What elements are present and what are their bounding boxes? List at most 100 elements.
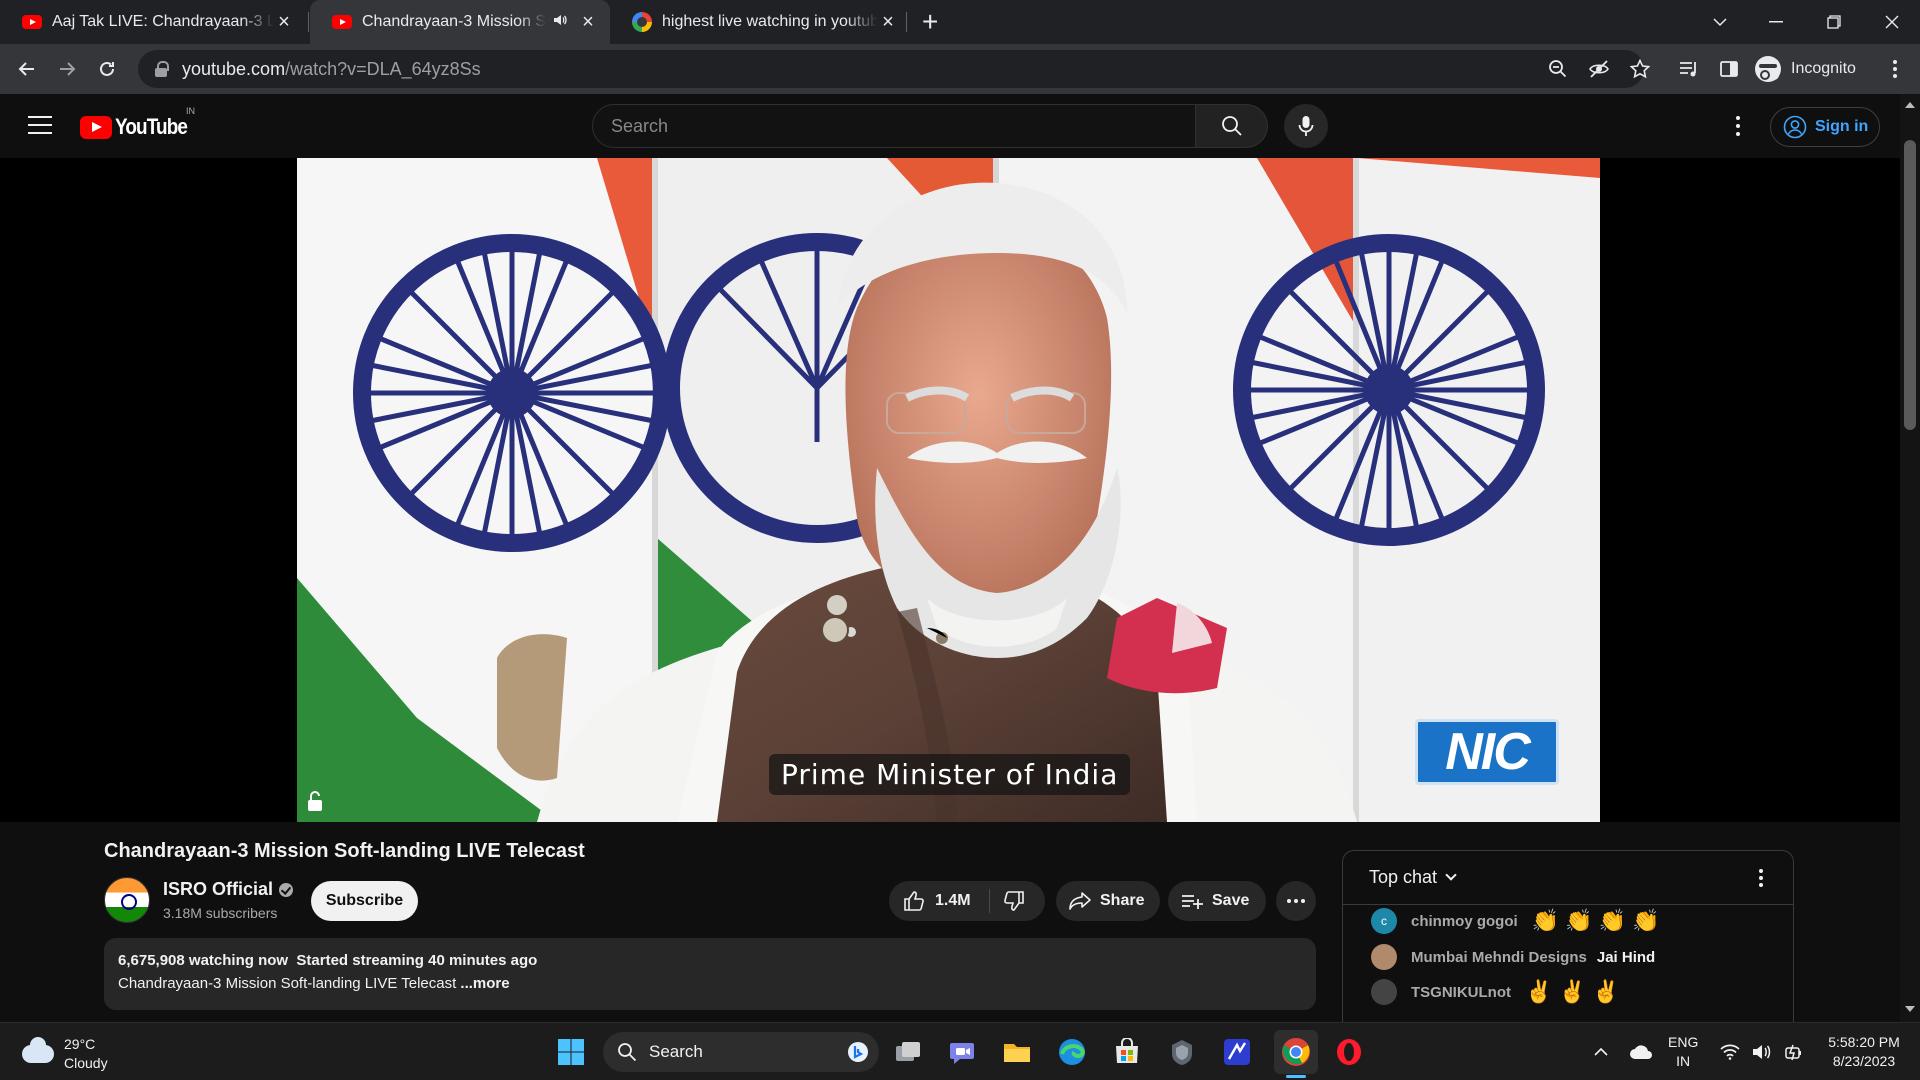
tab-title: Chandrayaan-3 Mission Soft-landing LIVE … [362, 13, 546, 30]
chat-avatar[interactable]: c [1371, 908, 1397, 934]
forward-icon[interactable] [54, 56, 80, 82]
edge-browser-icon[interactable] [1053, 1033, 1091, 1071]
chat-mode-selector[interactable]: Top chat [1369, 867, 1457, 888]
lock-icon[interactable] [154, 60, 169, 78]
like-button[interactable]: 1.4M [903, 890, 971, 912]
like-dislike-group: 1.4M [889, 881, 1045, 921]
scroll-thumb[interactable] [1904, 140, 1916, 430]
close-tab-icon[interactable]: × [274, 11, 294, 34]
tab-search-chevron-icon[interactable] [1692, 0, 1748, 44]
stream-start-time: Started streaming 40 minutes ago [296, 952, 538, 969]
security-shield-app-icon[interactable] [1163, 1033, 1201, 1071]
description-box[interactable]: 6,675,908 watching now Started streaming… [104, 938, 1316, 1010]
description-snippet: Chandrayaan-3 Mission Soft-landing LIVE … [118, 975, 457, 992]
sign-in-button[interactable]: Sign in [1770, 107, 1880, 147]
chat-avatar[interactable] [1371, 944, 1397, 970]
drawing-app-icon[interactable] [1218, 1033, 1256, 1071]
task-view-icon[interactable] [889, 1033, 927, 1071]
video-player[interactable]: Prime Minister of India NIC [297, 158, 1600, 822]
sign-in-label: Sign in [1815, 118, 1869, 135]
battery-charging-icon[interactable] [1780, 1033, 1808, 1071]
weather-text: 29°C Cloudy [64, 1035, 108, 1073]
tab-divider [906, 12, 907, 32]
language-indicator[interactable]: ENG IN [1668, 1033, 1698, 1071]
reload-icon[interactable] [94, 56, 120, 82]
start-windows-icon[interactable] [552, 1033, 590, 1071]
youtube-play-logo-icon [80, 115, 112, 139]
chat-menu-kebab-icon[interactable] [1759, 869, 1763, 887]
tab-google-search[interactable]: highest live watching in youtube × [610, 0, 910, 44]
close-tab-icon[interactable]: × [878, 11, 898, 34]
microsoft-store-icon[interactable] [1108, 1033, 1146, 1071]
new-tab-icon[interactable]: + [922, 6, 938, 38]
weather-widget[interactable]: 29°C Cloudy [22, 1035, 108, 1073]
taskbar-search-label: Search [649, 1042, 703, 1061]
search-button[interactable] [1196, 104, 1268, 148]
file-explorer-icon[interactable] [998, 1033, 1036, 1071]
verified-badge-icon [279, 882, 294, 897]
side-panel-icon[interactable] [1716, 56, 1742, 82]
settings-kebab-icon[interactable] [1736, 116, 1740, 136]
channel-name: ISRO Official [163, 879, 274, 899]
search-input[interactable]: Search [592, 104, 1196, 148]
share-button[interactable]: Share [1056, 881, 1160, 921]
tracking-protection-icon[interactable] [1586, 56, 1612, 82]
chat-author[interactable]: TSGNIKULnot [1411, 984, 1511, 1001]
tab-aaj-tak[interactable]: Aaj Tak LIVE: Chandrayaan-3 LIVE × [0, 0, 306, 44]
windows-taskbar: 29°C Cloudy Search ENG IN 5:58:20 PM 8/2… [0, 1022, 1920, 1080]
chat-mode-label: Top chat [1369, 867, 1438, 887]
audio-playing-icon[interactable] [552, 12, 568, 33]
scroll-up-arrow-icon[interactable] [1905, 102, 1915, 108]
show-more-link[interactable]: ...more [456, 975, 509, 992]
chat-author[interactable]: chinmoy gogoi [1411, 913, 1518, 930]
chat-author[interactable]: Mumbai Mehndi Designs [1411, 949, 1587, 966]
opera-browser-icon[interactable] [1330, 1033, 1368, 1071]
guide-menu-icon[interactable] [28, 116, 52, 134]
close-window-icon[interactable] [1864, 0, 1920, 44]
chrome-taskbar-icon[interactable] [1274, 1030, 1318, 1074]
restore-icon[interactable] [1806, 0, 1862, 44]
dislike-button[interactable] [1003, 890, 1025, 917]
voice-search-button[interactable] [1284, 104, 1328, 148]
description-snippet-line: Chandrayaan-3 Mission Soft-landing LIVE … [118, 975, 1302, 992]
taskbar-search-box[interactable]: Search [603, 1032, 879, 1072]
show-hidden-icons-chevron-icon[interactable] [1582, 1033, 1620, 1071]
save-playlist-icon [1182, 895, 1203, 909]
more-actions-button[interactable] [1276, 881, 1316, 921]
tab-chandrayaan[interactable]: Chandrayaan-3 Mission Soft-landing LIVE … [310, 0, 610, 44]
bookmark-star-icon[interactable] [1627, 56, 1653, 82]
close-tab-icon[interactable]: × [578, 11, 598, 34]
volume-icon[interactable] [1748, 1033, 1776, 1071]
zoom-icon[interactable] [1545, 56, 1571, 82]
chat-message: c chinmoy gogoi 👏 👏 👏 👏 [1371, 908, 1660, 934]
channel-name-link[interactable]: ISRO Official [163, 879, 294, 900]
subscriber-count: 3.18M subscribers [163, 905, 278, 921]
region-code: IN [186, 106, 195, 116]
onedrive-cloud-icon[interactable] [1622, 1033, 1660, 1071]
youtube-logo[interactable]: YouTube IN [80, 106, 199, 140]
cloudy-weather-icon [22, 1037, 54, 1063]
channel-avatar[interactable] [104, 877, 150, 923]
media-controls-icon[interactable] [1676, 56, 1702, 82]
back-icon[interactable] [14, 56, 40, 82]
live-viewer-count: 6,675,908 watching now [118, 952, 289, 969]
tab-title: Aaj Tak LIVE: Chandrayaan-3 LIVE [52, 13, 274, 30]
scroll-down-arrow-icon[interactable] [1905, 1006, 1915, 1012]
clock-date: 8/23/2023 [1832, 1053, 1896, 1069]
video-title: Chandrayaan-3 Mission Soft-landing LIVE … [104, 840, 585, 862]
chat-avatar[interactable] [1371, 979, 1397, 1005]
subscribe-button[interactable]: Subscribe [311, 881, 418, 921]
wifi-icon[interactable] [1716, 1033, 1744, 1071]
page-scrollbar[interactable] [1900, 94, 1920, 1022]
address-bar[interactable]: youtube.com/watch?v=DLA_64yz8Ss [138, 50, 1644, 88]
chrome-menu-icon[interactable] [1882, 56, 1908, 82]
save-button[interactable]: Save [1168, 881, 1266, 921]
thumbs-up-icon [904, 891, 924, 911]
minimize-icon[interactable] [1748, 0, 1804, 44]
clock[interactable]: 5:58:20 PM 8/23/2023 [1818, 1033, 1910, 1071]
browser-toolbar: youtube.com/watch?v=DLA_64yz8Ss Incognit… [0, 44, 1920, 94]
teams-chat-icon[interactable] [943, 1033, 981, 1071]
incognito-profile-button[interactable]: Incognito [1755, 50, 1856, 88]
more-horizontal-icon [1287, 899, 1305, 903]
youtube-masthead: YouTube IN Search Sign in [0, 94, 1900, 158]
